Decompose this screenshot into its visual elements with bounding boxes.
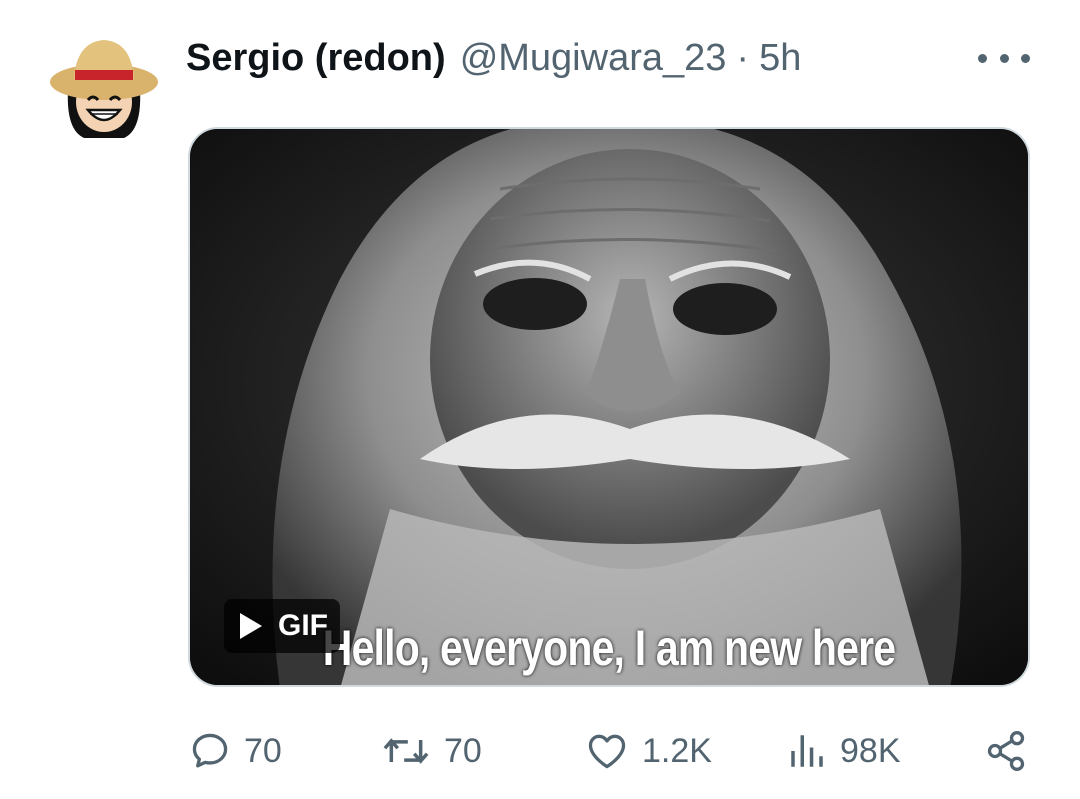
views-button[interactable]: 98K <box>786 724 901 778</box>
bar-chart-icon <box>791 735 823 767</box>
share-icon <box>987 731 1025 771</box>
retweet-icon <box>383 738 429 764</box>
play-icon <box>240 613 262 639</box>
gif-badge[interactable]: GIF <box>224 599 340 653</box>
like-button[interactable]: 1.2K <box>584 724 712 778</box>
more-options-button[interactable] <box>978 40 1030 76</box>
retweet-count: 70 <box>444 731 482 770</box>
more-horizontal-icon <box>978 53 987 63</box>
author-handle[interactable]: @Mugiwara_23 <box>460 37 727 80</box>
tweet-media-gif[interactable]: Hello, everyone, I am new here GIF <box>188 127 1030 687</box>
tweet-header: Sergio (redon) @Mugiwara_23 · 5h <box>186 34 801 82</box>
views-count: 98K <box>840 731 901 770</box>
gif-caption: Hello, everyone, I am new here <box>322 620 896 676</box>
reply-button[interactable]: 70 <box>188 724 282 778</box>
tweet-action-bar: 70 70 1.2K 98K <box>188 724 1030 778</box>
share-button[interactable] <box>984 724 1028 778</box>
timestamp[interactable]: 5h <box>759 37 801 80</box>
heart-icon <box>588 734 626 769</box>
like-count: 1.2K <box>642 731 712 770</box>
avatar[interactable] <box>48 30 160 142</box>
retweet-button[interactable]: 70 <box>380 724 482 778</box>
author-name[interactable]: Sergio (redon) <box>186 37 446 80</box>
reply-count: 70 <box>244 731 282 770</box>
separator-dot: · <box>736 36 750 79</box>
gif-label: GIF <box>278 609 328 642</box>
avatar-image <box>48 30 160 142</box>
reply-bubble-icon <box>192 733 228 768</box>
